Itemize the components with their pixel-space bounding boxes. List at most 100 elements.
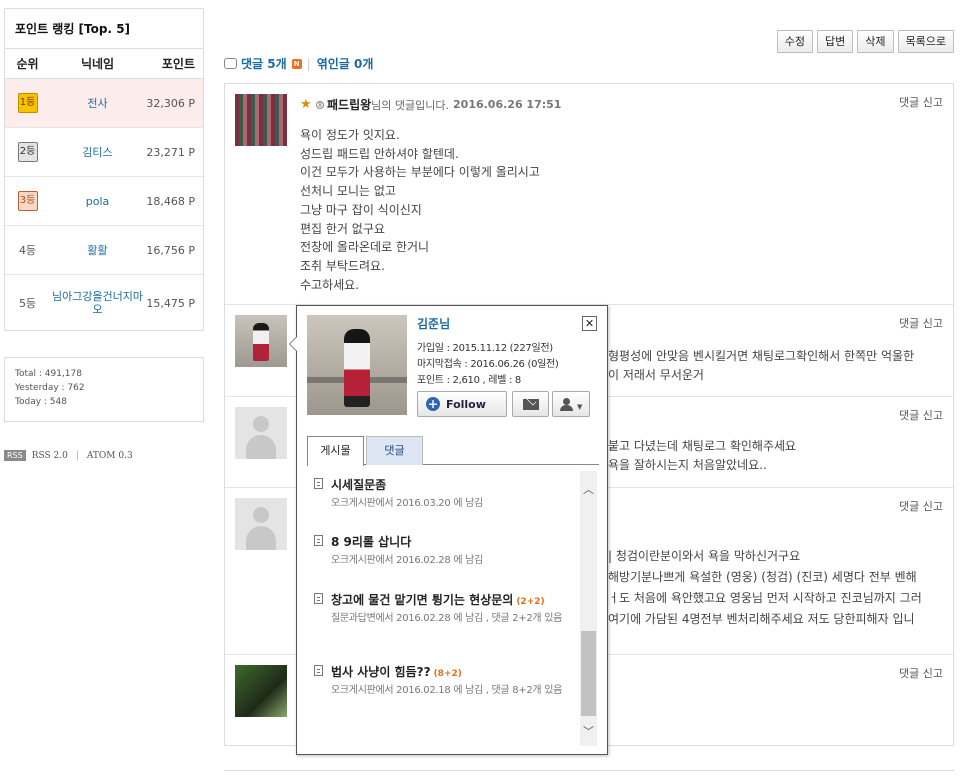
avatar[interactable]: [235, 94, 287, 146]
comment-author[interactable]: 패드립왕: [327, 96, 371, 113]
list-button[interactable]: 목록으로: [897, 30, 954, 53]
comment-report-link[interactable]: 신고: [923, 667, 943, 680]
nickname-header: 닉네임: [80, 57, 115, 71]
post-meta: 오크게시판에서 2016.03.20 에 남김: [331, 498, 483, 509]
profile-name[interactable]: 김준님: [417, 315, 450, 332]
post-title[interactable]: 법사 사냥이 힘듬?? (8+2): [331, 663, 462, 680]
visitor-stats: Total : 491,178 Yesterday : 762 Today : …: [4, 357, 204, 422]
comment-count-link[interactable]: 댓글 5개: [241, 55, 287, 72]
stat-today: Today : 548: [15, 397, 67, 407]
comment-header: 댓글 5개 N | 엮인글 0개: [224, 55, 373, 72]
ranking-nickname[interactable]: 활활: [50, 244, 145, 257]
reply-button[interactable]: 답변: [817, 30, 854, 53]
ranking-row: 3등 pola 18,468 P: [5, 177, 203, 226]
post-meta: 질문과답변에서 2016.02.28 에 남김 , 댓글 2+2개 있음: [331, 613, 562, 624]
comment-reply-link[interactable]: 댓글: [899, 409, 919, 422]
profile-last-login: 마지막접속 : 2016.06.26 (0일전): [417, 359, 559, 370]
post-title[interactable]: 8 9리롤 삽니다: [331, 533, 414, 550]
member-profile-popup: 김준님 ✕ 가입일 : 2015.11.12 (227일전) 마지막접속 : 2…: [289, 305, 608, 755]
comment-line: 선처니 모니는 없고: [300, 184, 396, 199]
avatar[interactable]: [235, 498, 287, 550]
comment-report-link[interactable]: 신고: [923, 500, 943, 513]
comment-actions: 댓글 신고: [899, 94, 943, 110]
avatar[interactable]: [235, 407, 287, 459]
comment-reply-link[interactable]: 댓글: [899, 667, 919, 680]
profile-post-list: 시세질문좀 오크게시판에서 2016.03.20 에 남김 8 9리롤 삽니다 …: [307, 471, 577, 746]
comment-report-link[interactable]: 신고: [923, 317, 943, 330]
comment-actions: 댓글 신고: [899, 498, 943, 514]
feed-divider: |: [75, 450, 79, 461]
ranking-nickname[interactable]: 전사: [50, 97, 145, 110]
profile-photo: [307, 315, 407, 415]
delete-button[interactable]: 삭제: [857, 30, 894, 53]
ranking-rank: 5등: [18, 297, 37, 310]
follow-button[interactable]: + Follow: [417, 391, 507, 417]
comment-line: 성드립 패드립 안하셔야 할텐데.: [300, 146, 459, 161]
stat-total: Total : 491,178: [15, 369, 82, 379]
comment-line: 수고하세요.: [300, 277, 360, 292]
rss-icon: RSS: [4, 450, 26, 461]
popup-scrollbar[interactable]: ︿ ﹀: [580, 471, 597, 746]
comment-report-link[interactable]: 신고: [923, 409, 943, 422]
speech-bubble-icon: [224, 58, 237, 69]
chevron-up-icon[interactable]: ︿: [580, 481, 597, 497]
close-icon[interactable]: ✕: [582, 316, 597, 331]
comment-reply-link[interactable]: 댓글: [899, 500, 919, 513]
comment-line: 전창에 올라온데로 한거니: [300, 240, 430, 255]
post-title[interactable]: 창고에 물건 맡기면 튕기는 현상문의 (2+2): [331, 591, 545, 608]
post-toolbar: 수정 답변 삭제 목록으로: [776, 30, 954, 53]
atom-link[interactable]: ATOM 0.3: [87, 451, 133, 461]
post-title[interactable]: 시세질문좀: [331, 476, 389, 493]
new-badge: N: [291, 58, 302, 69]
rss-link[interactable]: RSS 2.0: [32, 451, 68, 461]
ranking-row: 1등 전사 32,306 P: [5, 79, 203, 128]
profile-joined: 가입일 : 2015.11.12 (227일전): [417, 343, 553, 354]
popup-pointer: [289, 336, 297, 352]
avatar[interactable]: [235, 315, 287, 367]
comment-line: 여기에 가담된 4명전부 벤처리해주세요 저도 당한피해자 입니: [608, 612, 915, 626]
gold-medal-icon: 1등: [17, 93, 38, 113]
chevron-down-icon[interactable]: ﹀: [580, 723, 597, 739]
comment-line: | 청검이란분이와서 욕을 막하신거구요: [608, 549, 801, 563]
ranking-row: 5등 님아그강을건너지마오 15,475 P: [5, 275, 203, 331]
profile-tabs: 게시물 댓글: [307, 436, 599, 466]
ranking-row: 4등 활활 16,756 P: [5, 226, 203, 275]
comment-actions: 댓글 신고: [899, 407, 943, 423]
comment-reply-link[interactable]: 댓글: [899, 96, 919, 109]
avatar[interactable]: [235, 665, 287, 717]
ranking-rank: 4등: [18, 244, 37, 257]
comment-line: ㅓ도 처음에 욕안했고요 영웅님 먼저 시작하고 진코님까지 그러: [608, 591, 922, 605]
scrollbar-thumb[interactable]: [581, 631, 596, 716]
comment-line: 조취 부탁드려요.: [300, 258, 385, 273]
chevron-down-icon: ▼: [577, 403, 583, 411]
post-meta: 오크게시판에서 2016.02.18 에 남김 , 댓글 8+2개 있음: [331, 685, 562, 696]
comment-line: 해방기분나쁘게 욕설한 (영웅) (청검) (진코) 세명다 전부 벤해: [608, 570, 917, 584]
ranking-points: 32,306 P: [146, 96, 195, 110]
document-icon: [314, 665, 323, 676]
edit-button[interactable]: 수정: [776, 30, 814, 53]
comment-reply-link[interactable]: 댓글: [899, 317, 919, 330]
silver-medal-icon: 2등: [17, 142, 38, 162]
ranking-nickname[interactable]: 김티스: [50, 146, 145, 159]
comment-line: 욕을 잘하시는지 처음알았네요..: [608, 458, 767, 472]
user-menu-button[interactable]: ▼: [552, 391, 590, 417]
ranking-header: 순위 닉네임 포인트: [5, 49, 203, 79]
bronze-medal-icon: 3등: [17, 191, 38, 211]
plus-icon: +: [426, 397, 440, 411]
ranking-nickname[interactable]: 님아그강을건너지마오: [50, 290, 145, 316]
document-icon: [314, 535, 323, 546]
ranking-nickname[interactable]: pola: [50, 195, 145, 208]
tab-comments[interactable]: 댓글: [366, 436, 423, 465]
comment-report-link[interactable]: 신고: [923, 96, 943, 109]
rank-header: 순위: [16, 57, 39, 71]
comment-line: 이 저래서 무서운거: [608, 368, 704, 382]
message-button[interactable]: [512, 391, 549, 417]
comment-actions: 댓글 신고: [899, 665, 943, 681]
trackback-count-link[interactable]: 엮인글 0개: [317, 55, 374, 72]
comment-line: 그냥 마구 잡이 식이신지: [300, 202, 422, 217]
header-divider: |: [306, 56, 311, 71]
level-badge-icon: 8: [316, 100, 324, 109]
follow-label: Follow: [446, 397, 486, 411]
comment-author-suffix: 님의 댓글입니다.: [371, 98, 450, 112]
tab-posts[interactable]: 게시물: [307, 436, 364, 466]
